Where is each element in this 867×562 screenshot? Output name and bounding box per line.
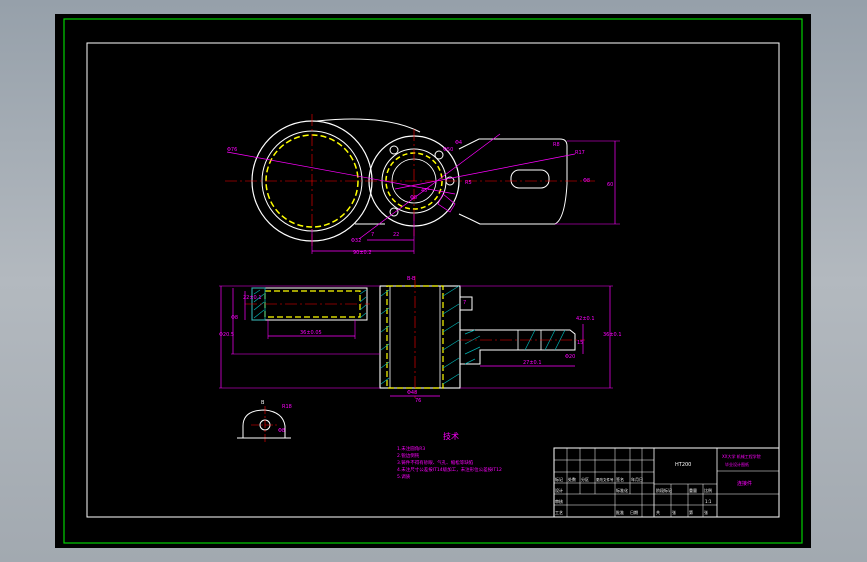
cad-viewport[interactable]: Φ76 Φ50 Φ4 R8 R17 Φ8 45° Φ32 7 22 90±0.2…	[0, 0, 867, 562]
detail-dim-d: Φ8	[278, 428, 285, 434]
plan-hatch	[437, 193, 456, 213]
lever-body	[458, 138, 568, 225]
tb-drawing-number: 毕业设计图纸	[725, 461, 749, 467]
tb-sheets: 张	[672, 509, 676, 515]
tb-weight: 重量	[689, 487, 697, 493]
tb-sheet-no: 第	[689, 509, 693, 515]
title-block: 标记 处数 分区 更改文件号 签名 年月日 设计 标准化 阶段标记 重量 比例 …	[553, 447, 780, 518]
sec-text-10: 15	[577, 340, 583, 346]
boss-hatch-left	[380, 289, 390, 385]
sec-text-3: Φ48	[407, 390, 417, 396]
right-arm	[460, 329, 576, 365]
sec-text-1: B-B	[407, 276, 416, 282]
tb-process: 工艺	[555, 510, 563, 515]
dim-text-1: Φ76	[227, 147, 237, 153]
dim-text-7: 45°	[421, 188, 430, 194]
detail-label: B	[261, 400, 265, 406]
sec-text-7: Φ8	[231, 315, 238, 321]
dim-text-13: Φ8	[583, 178, 590, 184]
dim-text-9: 7	[371, 232, 374, 238]
drawing-frame	[86, 42, 780, 518]
bolt-hole-1	[389, 145, 399, 155]
bolt-hole-4	[434, 150, 444, 160]
cad-drawing: Φ76 Φ50 Φ4 R8 R17 Φ8 45° Φ32 7 22 90±0.2…	[63, 18, 803, 544]
technical-notes: 技术 1.未注圆角R3 2.锐边倒钝 3.铸件不得有砂眼、气孔、缩松等缺陷 4.…	[397, 431, 502, 480]
tb-approve: 批准	[616, 509, 624, 515]
dim-text-8: Φ32	[351, 238, 361, 244]
tb-scale: 1:1	[705, 499, 712, 504]
sec-text-5: 27±0.1	[523, 360, 542, 366]
tb-sheet: 张	[704, 509, 708, 515]
tb-part-name: 连接件	[737, 480, 752, 487]
sec-text-13: 76	[415, 398, 421, 404]
tech-note-4: 4.未注尺寸公差按IT14级加工，未注形位公差按IT12	[397, 466, 502, 473]
tb-standard: 标准化	[616, 487, 628, 493]
dim-text-10: 22	[393, 232, 399, 238]
sec-text-8: Φ20.5	[219, 332, 234, 338]
sec-text-9: 42±0.1	[576, 316, 595, 322]
sec-text-2: 7	[463, 300, 466, 306]
sec-text-6: 22±0.1	[243, 295, 262, 301]
dim-text-5: R17	[575, 150, 585, 156]
tech-title: 技术	[443, 431, 459, 441]
boss-hatch-right	[442, 285, 460, 385]
sec-text-12: 36±0.1	[603, 332, 622, 338]
tech-note-3: 3.铸件不得有砂眼、气孔、缩松等缺陷	[397, 459, 474, 466]
sec-text-4: 36±0.05	[300, 330, 322, 336]
tech-note-2: 2.锐边倒钝	[397, 452, 420, 459]
tb-total: 共	[656, 509, 660, 515]
tb-scale-label: 比例	[704, 487, 712, 493]
dim-text-6: Φ8	[410, 195, 417, 201]
tb-row-label-4: 更改文件号	[596, 477, 614, 482]
arm-top-edge	[316, 118, 421, 133]
tb-row-label-5: 签名	[616, 476, 624, 482]
tb-company: XX大学 机械工程学院	[722, 453, 761, 459]
dim-text-4: R8	[553, 142, 560, 148]
tb-designer: 设计	[555, 487, 563, 493]
center-boss	[379, 285, 461, 389]
detail-view: B R18 Φ8	[237, 400, 292, 442]
tb-material: HT200	[675, 462, 691, 468]
tb-row-label-6: 年月日	[631, 476, 643, 482]
tb-row-label-2: 处数	[568, 476, 576, 482]
tb-row-label-3: 分区	[581, 476, 589, 482]
tech-note-5: 5.调质	[397, 473, 411, 480]
dim-text-3: Φ4	[455, 140, 462, 146]
tb-stage: 阶段标记	[656, 487, 672, 493]
detail-dim-r: R18	[282, 404, 292, 410]
dim-text-12: R5	[465, 180, 472, 186]
tb-date: 日期	[630, 509, 638, 515]
tb-row-label-1: 标记	[555, 476, 563, 482]
plan-view: Φ76 Φ50 Φ4 R8 R17 Φ8 45° Φ32 7 22 90±0.2…	[225, 114, 620, 256]
tech-note-1: 1.未注圆角R3	[397, 445, 425, 452]
tb-review: 审核	[555, 498, 563, 504]
section-view: B-B 7 Φ48 36±0.05 27±0.1 22±0.1 Φ8 Φ20.5…	[219, 276, 622, 404]
dim-text-14: 60	[607, 182, 613, 188]
dim-text-2: Φ50	[443, 147, 453, 153]
lever-slot	[510, 169, 550, 189]
sec-text-11: Φ20	[565, 354, 575, 360]
drawing-canvas[interactable]: Φ76 Φ50 Φ4 R8 R17 Φ8 45° Φ32 7 22 90±0.2…	[55, 14, 811, 548]
dim-text-11: 90±0.2	[353, 250, 372, 256]
